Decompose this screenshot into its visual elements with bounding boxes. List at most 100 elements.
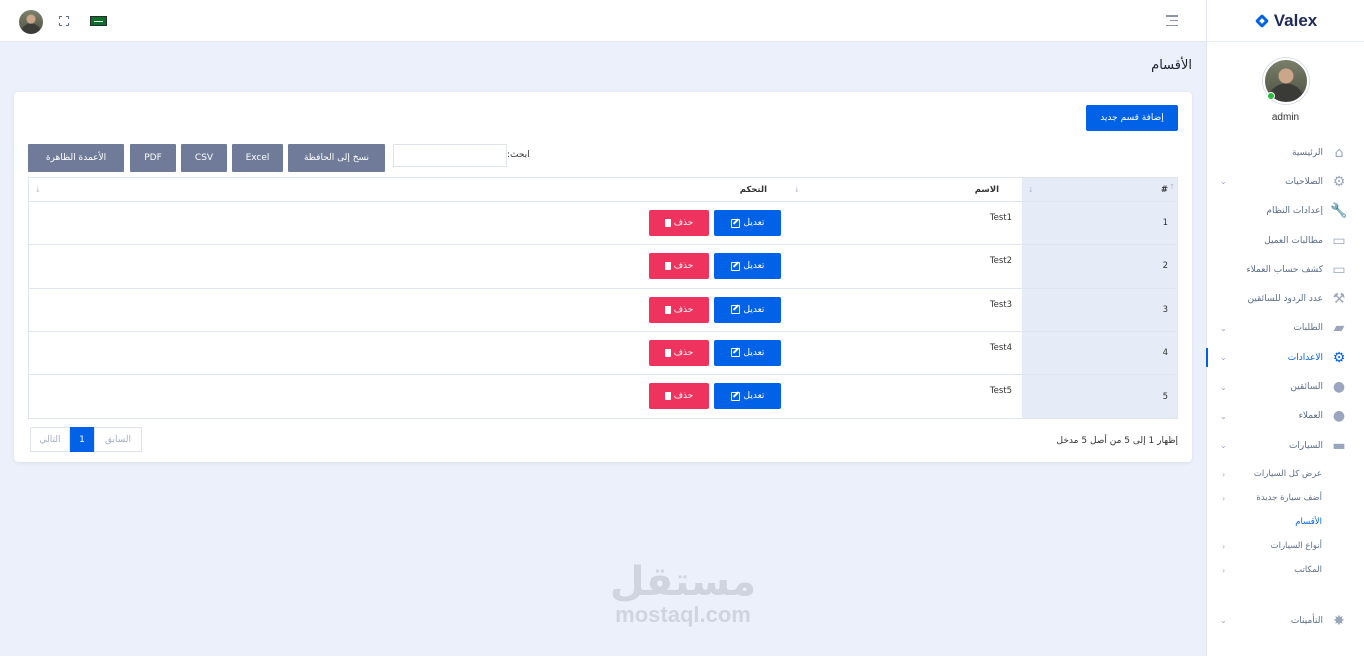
edit-button[interactable]: تعديل — [714, 383, 781, 410]
sidebar-item-content: ⚒ عدد الردود للسائقين — [1247, 291, 1348, 307]
edit-button[interactable]: تعديل — [714, 253, 781, 280]
search-input[interactable] — [393, 144, 507, 167]
sidebar-item-label: الصلاحيات — [1285, 176, 1323, 187]
sections-table: # ↑ ↓ الاسم ↓ التحكم ↓ 1 Test1 تعديل حذف 2 Te… — [28, 177, 1178, 420]
prev-page-button[interactable]: السابق — [94, 427, 142, 452]
sidebar-item-label: إعدادات النظام — [1266, 206, 1323, 217]
logo[interactable]: Valex — [1207, 0, 1364, 42]
sidebar-subitem-label: المكاتب — [1294, 565, 1322, 576]
sidebar-item-content: ⚙ الصلاحيات — [1285, 174, 1348, 190]
delete-button[interactable]: حذف — [649, 296, 709, 323]
sidebar-item-content: ▰ الطلبات — [1293, 320, 1348, 336]
table-row: 5 Test5 تعديل حذف — [29, 375, 1177, 419]
profile-avatar[interactable] — [1262, 58, 1309, 104]
sidebar-item-content: ▭ كشف حساب العملاء — [1246, 262, 1348, 278]
sidebar-item[interactable]: ● السائقين ⌄ — [1206, 372, 1364, 401]
csv-button[interactable]: CSV — [181, 144, 227, 172]
tools-icon: ⚒ — [1332, 291, 1346, 308]
column-header-actions[interactable]: التحكم — [740, 185, 767, 195]
edit-button[interactable]: تعديل — [714, 339, 781, 366]
delete-button[interactable]: حذف — [649, 210, 709, 236]
sidebar-subitem[interactable]: أنواع السيارات ‹ — [1206, 534, 1364, 558]
user-settings-icon: ⚙ — [1332, 173, 1346, 190]
page-1-button[interactable]: 1 — [70, 427, 94, 452]
edit-button[interactable]: تعديل — [714, 296, 781, 323]
delete-button[interactable]: حذف — [649, 253, 709, 280]
sidebar-item-label: كشف حساب العملاء — [1246, 264, 1323, 275]
sidebar-item[interactable]: ▭ كشف حساب العملاء — [1206, 255, 1364, 284]
row-num-cell: 4 — [1022, 331, 1177, 375]
sidebar-item-content: ● السائقين — [1290, 379, 1348, 395]
sidebar-subitem-label: أضف سيارة جديدة — [1256, 493, 1322, 504]
cogs-icon: ⚙ — [1332, 349, 1346, 366]
money-icon: ▭ — [1332, 261, 1346, 278]
avatar[interactable] — [19, 10, 43, 34]
sidebar-item-content: ⚙ الاعدادات — [1288, 350, 1348, 366]
sidebar-subitem-label: عرض كل السيارات — [1253, 469, 1322, 480]
row-num-cell: 3 — [1022, 288, 1177, 331]
profile-name: admin — [1271, 112, 1300, 123]
edit-button[interactable]: تعديل — [714, 210, 781, 236]
flag-icon[interactable] — [90, 16, 107, 26]
sidebar-item-label: عدد الردود للسائقين — [1247, 294, 1323, 305]
copy-clipboard-button[interactable]: نسخ إلى الحافظة — [288, 144, 385, 172]
chevron-left-icon: ‹ — [1222, 565, 1226, 575]
truck-icon: ▰ — [1333, 320, 1345, 337]
sidebar-item[interactable]: ▬ السيارات ⌄ — [1206, 431, 1364, 460]
search-label: ابحث: — [507, 150, 530, 160]
watermark: مستقل mostaql.com — [598, 560, 768, 628]
sidebar-subitem[interactable]: المكاتب ‹ — [1206, 558, 1364, 582]
next-page-button[interactable]: التالي — [30, 427, 70, 452]
sidebar-item[interactable]: ⚙ الاعدادات ⌄ — [1206, 343, 1364, 372]
table-row: 2 Test2 تعديل حذف — [29, 245, 1177, 289]
sidebar-item-content: ● العملاء — [1299, 408, 1348, 424]
sidebar-item-label: الاعدادات — [1287, 352, 1323, 363]
car-crash-icon: ✸ — [1333, 612, 1345, 629]
visible-columns-button[interactable]: الأعمدة الظاهرة — [28, 144, 124, 172]
trash-icon — [664, 305, 671, 314]
excel-button[interactable]: Excel — [232, 144, 283, 172]
row-name: Test3 — [989, 299, 1012, 310]
edit-icon — [730, 391, 740, 401]
sidebar-item[interactable]: ⚙ الصلاحيات ⌄ — [1206, 167, 1364, 196]
sidebar-item[interactable]: ▭ مطالبات العميل — [1206, 226, 1364, 255]
sidebar-item-content: ⌂ الرئيسية — [1292, 145, 1348, 161]
row-number: 2 — [1162, 261, 1168, 272]
sidebar-subitem[interactable]: الأقسام — [1206, 510, 1364, 534]
pdf-button[interactable]: PDF — [130, 144, 176, 172]
sidebar-item-label: العملاء — [1298, 411, 1323, 422]
pagination-info: إظهار 1 إلى 5 من أصل 5 مدخل — [1056, 436, 1178, 446]
sidebar-item[interactable]: ✸ التأمينات ⌄ — [1206, 606, 1364, 635]
sidebar-subitem[interactable]: أضف سيارة جديدة ‹ — [1206, 486, 1364, 510]
sidebar-item[interactable]: ⌂ الرئيسية — [1206, 138, 1364, 167]
sort-icon: ↓ — [1028, 186, 1034, 194]
header-num-cell[interactable]: # ↑ ↓ — [1022, 178, 1177, 201]
edit-label: تعديل — [743, 347, 765, 358]
sidebar-item[interactable]: ● العملاء ⌄ — [1206, 402, 1364, 431]
chevron-down-icon: ⌄ — [1220, 177, 1227, 187]
sidebar-item[interactable]: 🔧 إعدادات النظام — [1206, 197, 1364, 226]
sidebar-item-content: ▬ السيارات — [1289, 438, 1348, 454]
sidebar-item-content: 🔧 إعدادات النظام — [1266, 203, 1348, 219]
delete-button[interactable]: حذف — [649, 339, 709, 366]
edit-label: تعديل — [743, 261, 765, 272]
add-section-button[interactable]: إضافة قسم جديد — [1086, 105, 1178, 131]
sidebar-item[interactable]: ▰ الطلبات ⌄ — [1206, 314, 1364, 343]
column-header-name[interactable]: الاسم — [975, 185, 999, 195]
delete-button[interactable]: حذف — [649, 383, 709, 410]
sort-asc-icon: ↑ — [1169, 183, 1175, 191]
menu-toggle-icon[interactable] — [1166, 15, 1178, 26]
fullscreen-icon[interactable] — [59, 16, 69, 26]
driver-icon: ● — [1332, 379, 1346, 396]
content-card: إضافة قسم جديد ابحث: الأعمدة الظاهرة PDF… — [14, 92, 1192, 462]
trash-icon — [664, 262, 671, 271]
sidebar-item[interactable]: ⚒ عدد الردود للسائقين — [1206, 284, 1364, 313]
delete-label: حذف — [673, 304, 694, 315]
page-title: الأقسام — [1151, 58, 1192, 73]
sidebar: Valex admin ⌂ الرئيسية ⚙ الصلاحيات ⌄ 🔧 إعدادات… — [1206, 0, 1364, 656]
sidebar-subitem[interactable]: عرض كل السيارات ‹ — [1206, 462, 1364, 486]
edit-icon — [730, 348, 740, 358]
row-number: 1 — [1162, 218, 1168, 229]
edit-label: تعديل — [743, 391, 765, 402]
